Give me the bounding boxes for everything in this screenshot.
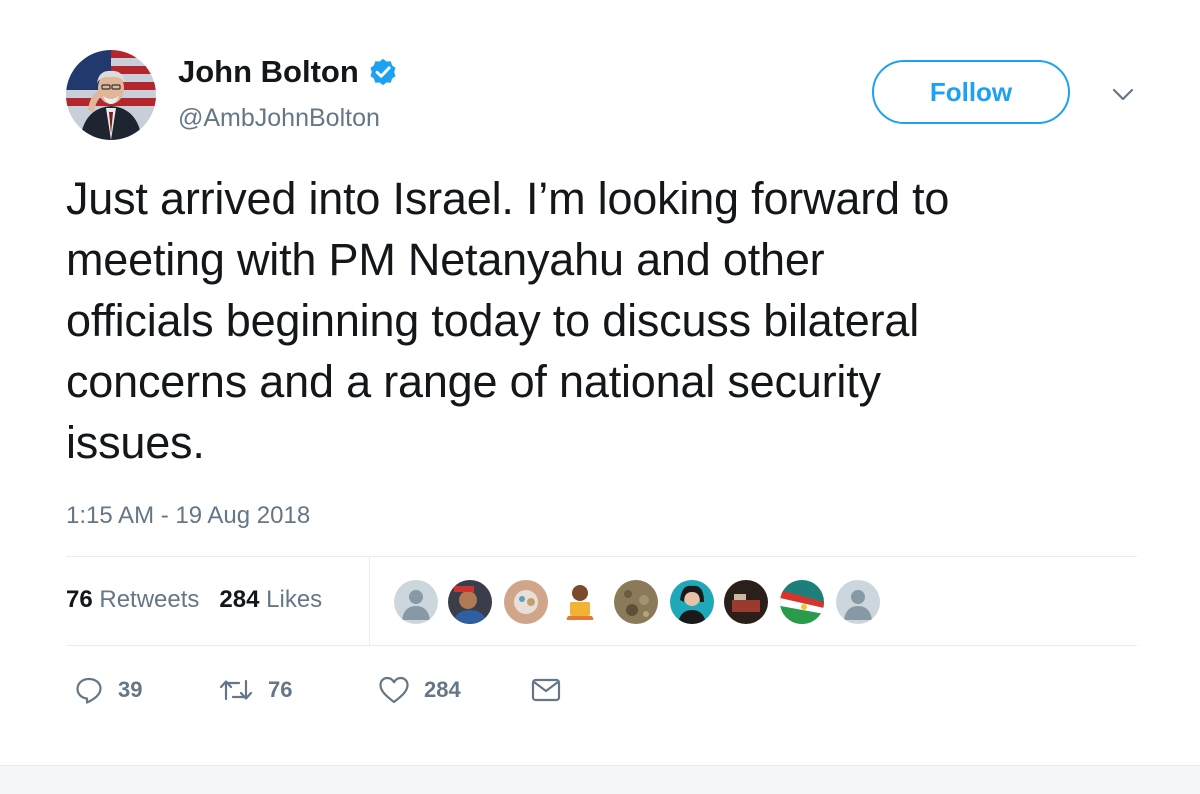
verified-badge-icon	[367, 56, 399, 88]
reply-count: 39	[118, 677, 143, 702]
liker-avatar[interactable]	[504, 580, 548, 624]
reply-icon	[76, 677, 102, 704]
like-count: 284	[424, 677, 461, 702]
tweet-text-line: Just arrived into Israel. I’m looking fo…	[66, 173, 950, 224]
user-handle[interactable]: @AmbJohnBolton	[178, 104, 380, 133]
tweet-text-line: officials beginning today to discuss bil…	[66, 295, 919, 346]
liker-avatar[interactable]	[724, 580, 768, 624]
like-button[interactable]: 284	[378, 672, 461, 708]
direct-message-button[interactable]	[530, 672, 562, 708]
retweets-label: Retweets	[99, 586, 200, 613]
retweet-icon	[219, 679, 253, 701]
retweet-count: 76	[268, 677, 293, 702]
liker-avatar[interactable]	[670, 580, 714, 624]
liker-avatar[interactable]	[558, 580, 602, 624]
liker-avatar[interactable]	[448, 580, 492, 624]
chevron-down-icon[interactable]	[1108, 80, 1138, 110]
tweet-text-line: concerns and a range of national securit…	[66, 356, 881, 407]
tweet-text-line: meeting with PM Netanyahu and other	[66, 234, 825, 285]
tweet-timestamp[interactable]: 1:15 AM - 19 Aug 2018	[66, 502, 310, 530]
liker-avatar[interactable]	[614, 580, 658, 624]
retweet-button[interactable]: 76	[218, 672, 292, 708]
stats-divider	[369, 557, 370, 645]
divider	[66, 556, 1137, 557]
retweets-count: 76	[66, 586, 93, 613]
likes-stat[interactable]: 284 Likes	[219, 586, 322, 613]
tweet-text: Just arrived into Israel. I’m looking fo…	[66, 168, 1166, 473]
likes-label: Likes	[266, 586, 323, 613]
user-name-row: John Bolton	[178, 54, 399, 90]
likes-count: 284	[219, 586, 260, 613]
envelope-icon	[531, 678, 561, 702]
user-name[interactable]: John Bolton	[178, 54, 359, 90]
heart-icon	[379, 676, 409, 704]
tweet-card: John Bolton @AmbJohnBolton Follow Just a…	[0, 0, 1200, 765]
retweets-stat[interactable]: 76 Retweets	[66, 586, 199, 613]
avatar[interactable]	[66, 50, 156, 140]
divider	[66, 645, 1137, 646]
tweet-stats: 76 Retweets 284 Likes	[66, 586, 322, 614]
liker-avatar[interactable]	[394, 580, 438, 624]
footer-bar	[0, 765, 1200, 794]
follow-button[interactable]: Follow	[872, 60, 1070, 124]
tweet-text-line: issues.	[66, 417, 205, 468]
liker-avatar[interactable]	[836, 580, 880, 624]
liker-avatar[interactable]	[780, 580, 824, 624]
reply-button[interactable]: 39	[74, 672, 142, 708]
